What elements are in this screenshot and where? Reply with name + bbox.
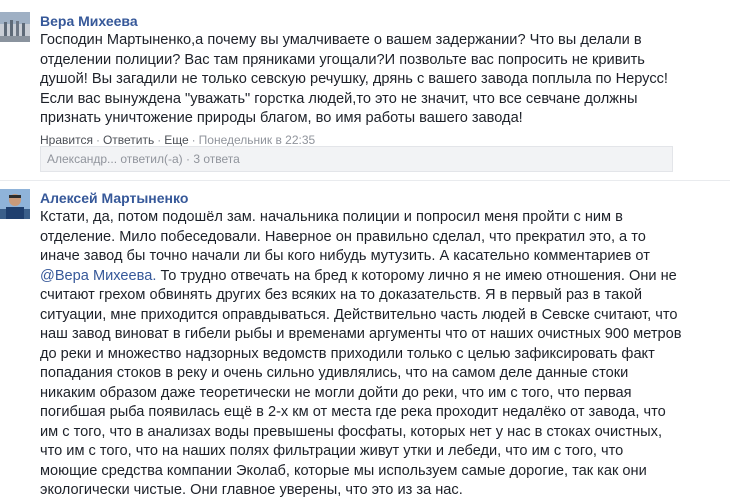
avatar[interactable] <box>0 189 30 219</box>
comment-author[interactable]: Алексей Мартыненко <box>40 189 722 207</box>
comment-line: никаким образом даже теоретически не мог… <box>40 384 632 401</box>
comment-line: отделении полиции? Вас там пряниками уго… <box>40 51 645 68</box>
separator: · <box>95 132 100 147</box>
comment-author[interactable]: Вера Михеева <box>40 12 722 30</box>
more-link[interactable]: Еще <box>164 133 188 147</box>
comment-line: признать уничтожение природы благом, во … <box>40 110 523 126</box>
view-replies-bar[interactable]: Александр... ответил(-а) · 3 ответа <box>40 146 673 172</box>
comment-line: Господин Мартыненко,а почему вы умалчива… <box>40 32 642 48</box>
comment-line: им с того, что в анализах воды превышены… <box>40 423 663 440</box>
comment-line-with-mention: @Вера Михеева. То трудно отвечать на бре… <box>40 267 722 287</box>
comment-text: Кстати, да, потом подошёл зам. начальник… <box>40 208 722 501</box>
avatar[interactable] <box>0 12 30 42</box>
comment-line: до реки и множество надзорных ведомств п… <box>40 345 655 362</box>
like-link[interactable]: Нравится <box>40 133 93 147</box>
comment-line: экологически чистые. Они главное уверены… <box>40 482 463 498</box>
comment-line: душой! Вы загадили не только севскую реч… <box>40 71 668 87</box>
comment-line: отделение. Мило побеседовали. Наверное о… <box>40 228 646 245</box>
comment-line: что им с того, что на наших полях фильтр… <box>40 443 624 459</box>
separator: · <box>186 152 191 166</box>
comment-line-rest: То трудно отвечать на бред к которому ли… <box>156 267 677 284</box>
mention-link[interactable]: @Вера Михеева. <box>40 268 156 284</box>
comment-line: наш завод виноват в гибели рыбы и времен… <box>40 326 682 342</box>
comment-text: Господин Мартыненко,а почему вы умалчива… <box>40 31 722 129</box>
comment-line: моющие средства компании Эколаб, которые… <box>40 462 647 479</box>
replies-count: 3 ответа <box>193 152 240 166</box>
separator: · <box>191 132 196 147</box>
reply-link[interactable]: Ответить <box>103 133 154 147</box>
comment-line: ситуации, мне приходится оправдываться. … <box>40 306 678 323</box>
comment-line: попадания стоков в реку и очень сильно у… <box>40 365 629 381</box>
comment-line: считают грехом обвинять других без всяки… <box>40 287 643 303</box>
divider <box>0 180 730 181</box>
separator: · <box>157 132 162 147</box>
comment-line: иначе завод бы точно начали ли бы кого н… <box>40 248 650 264</box>
timestamp[interactable]: Понедельник в 22:35 <box>199 133 316 147</box>
comment-line: Кстати, да, потом подошёл зам. начальник… <box>40 209 623 225</box>
comment-line: Если вас вынуждена "уважать" горстка люд… <box>40 90 638 107</box>
comment-line: погибшая рыба появилась ещё в 2-х км от … <box>40 404 666 420</box>
replies-author: Александр... ответил(-а) <box>47 152 183 166</box>
